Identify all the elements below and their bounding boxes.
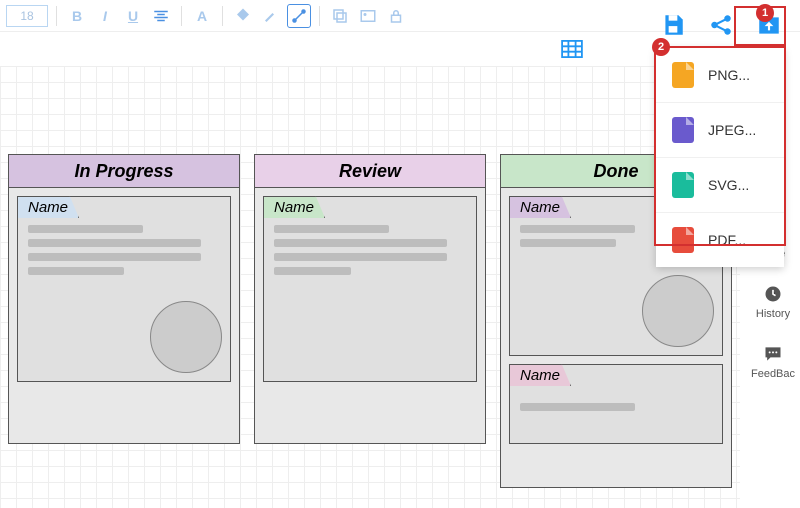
- placeholder-line: [520, 239, 616, 247]
- panel-history[interactable]: History: [756, 284, 790, 320]
- placeholder-line: [274, 225, 389, 233]
- placeholder-line: [520, 225, 635, 233]
- card-title-tab: Name: [17, 196, 79, 218]
- clock-icon: [763, 284, 783, 304]
- export-pdf[interactable]: PDF...: [656, 213, 784, 267]
- placeholder-avatar: [642, 275, 714, 347]
- export-png[interactable]: PNG...: [656, 48, 784, 103]
- export-menu: PNG... JPEG... SVG... PDF...: [656, 48, 784, 267]
- align-button[interactable]: [149, 4, 173, 28]
- card-title-tab: Name: [509, 364, 571, 386]
- kanban-card[interactable]: Name: [509, 364, 723, 444]
- table-button[interactable]: [558, 38, 586, 60]
- placeholder-line: [520, 403, 635, 411]
- italic-button[interactable]: I: [93, 4, 117, 28]
- card-title-tab: Name: [263, 196, 325, 218]
- png-icon: [672, 62, 694, 88]
- panel-feedback[interactable]: FeedBac: [751, 344, 795, 380]
- save-button[interactable]: [658, 10, 688, 40]
- column-body: Name: [8, 188, 240, 444]
- placeholder-line: [28, 253, 201, 261]
- font-size-input[interactable]: 18: [6, 5, 48, 27]
- placeholder-line: [28, 267, 124, 275]
- annotation-badge-1: 1: [756, 4, 774, 22]
- placeholder-line: [274, 239, 447, 247]
- pdf-icon: [672, 227, 694, 253]
- annotation-badge-2: 2: [652, 38, 670, 56]
- copy-button[interactable]: [328, 4, 352, 28]
- underline-button[interactable]: U: [121, 4, 145, 28]
- export-svg[interactable]: SVG...: [656, 158, 784, 213]
- placeholder-line: [274, 267, 351, 275]
- brush-button[interactable]: [259, 4, 283, 28]
- export-label: PNG...: [708, 67, 750, 83]
- card-title-tab: Name: [509, 196, 571, 218]
- right-panel: Style History FeedBac: [746, 248, 800, 380]
- text-color-button[interactable]: A: [190, 4, 214, 28]
- column-header[interactable]: Review: [254, 154, 486, 188]
- export-label: JPEG...: [708, 122, 756, 138]
- placeholder-avatar: [150, 301, 222, 373]
- kanban-card[interactable]: Name: [263, 196, 477, 382]
- share-button[interactable]: [706, 10, 736, 40]
- kanban-card[interactable]: Name: [17, 196, 231, 382]
- column-in-progress[interactable]: In Progress Name: [8, 154, 240, 488]
- export-jpeg[interactable]: JPEG...: [656, 103, 784, 158]
- panel-label: History: [756, 308, 790, 320]
- placeholder-line: [28, 239, 201, 247]
- panel-label: FeedBac: [751, 368, 795, 380]
- placeholder-line: [28, 225, 143, 233]
- canvas[interactable]: In Progress Name Review Name: [0, 66, 740, 508]
- column-header[interactable]: In Progress: [8, 154, 240, 188]
- placeholder-line: [274, 253, 447, 261]
- svg-icon: [672, 172, 694, 198]
- separator: [222, 6, 223, 26]
- export-label: SVG...: [708, 177, 749, 193]
- connector-button[interactable]: [287, 4, 311, 28]
- chat-icon: [763, 344, 783, 364]
- column-body: Name: [254, 188, 486, 444]
- export-label: PDF...: [708, 232, 746, 248]
- separator: [319, 6, 320, 26]
- lock-button[interactable]: [384, 4, 408, 28]
- column-review[interactable]: Review Name: [254, 154, 486, 488]
- image-button[interactable]: [356, 4, 380, 28]
- kanban-board: In Progress Name Review Name: [0, 66, 740, 488]
- separator: [181, 6, 182, 26]
- fill-button[interactable]: [231, 4, 255, 28]
- separator: [56, 6, 57, 26]
- bold-button[interactable]: B: [65, 4, 89, 28]
- jpeg-icon: [672, 117, 694, 143]
